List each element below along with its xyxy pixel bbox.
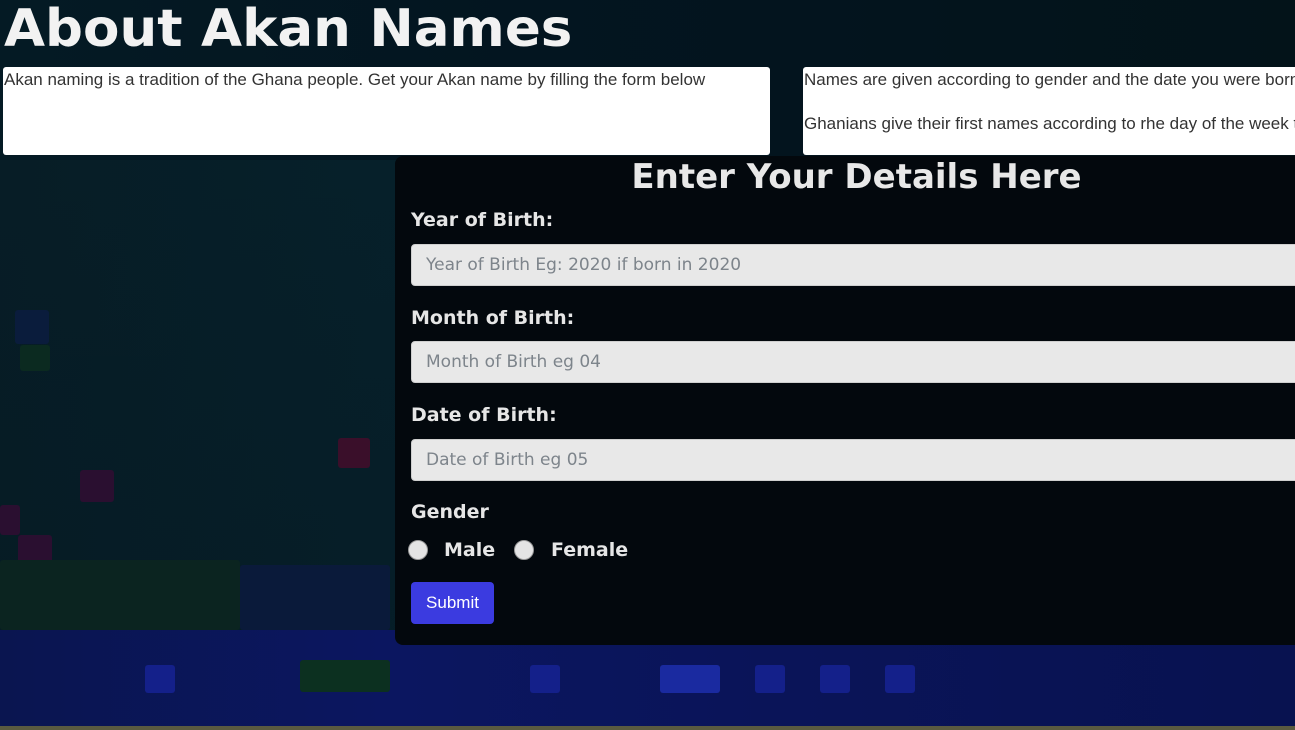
background-strip	[0, 726, 1295, 730]
month-of-birth-input[interactable]	[411, 341, 1295, 383]
intro-box: Akan naming is a tradition of the Ghana …	[3, 67, 770, 155]
background-tile	[0, 505, 20, 535]
background-tile	[885, 665, 915, 693]
month-label: Month of Birth:	[411, 307, 575, 329]
naming-info-line-1: Names are given according to gender and …	[804, 70, 1295, 89]
background-tile	[80, 470, 114, 502]
background-tile	[0, 560, 240, 630]
submit-button[interactable]: Submit	[411, 582, 494, 624]
female-radio[interactable]	[514, 540, 534, 560]
naming-info-line-2: Ghanians give their first names accordin…	[804, 114, 1295, 133]
gender-label: Gender	[411, 501, 489, 523]
year-label: Year of Birth:	[411, 209, 554, 231]
page-title: About Akan Names	[4, 0, 573, 59]
background-tile	[660, 665, 720, 693]
female-radio-label[interactable]: Female	[551, 538, 628, 562]
background-tile	[530, 665, 560, 693]
background-tile	[145, 665, 175, 693]
date-label: Date of Birth:	[411, 404, 557, 426]
form-title: Enter Your Details Here	[631, 157, 1082, 197]
naming-info-box: Names are given according to gender and …	[803, 67, 1295, 155]
background-tile	[240, 565, 390, 630]
male-radio[interactable]	[408, 540, 428, 560]
background-tile	[20, 345, 50, 371]
intro-text: Akan naming is a tradition of the Ghana …	[4, 70, 706, 89]
background-tile	[820, 665, 850, 693]
background-tile	[338, 438, 370, 468]
background-tile	[300, 660, 390, 692]
background-tile	[755, 665, 785, 693]
date-of-birth-input[interactable]	[411, 439, 1295, 481]
background-tile	[15, 310, 49, 344]
male-radio-label[interactable]: Male	[444, 538, 495, 562]
year-of-birth-input[interactable]	[411, 244, 1295, 286]
